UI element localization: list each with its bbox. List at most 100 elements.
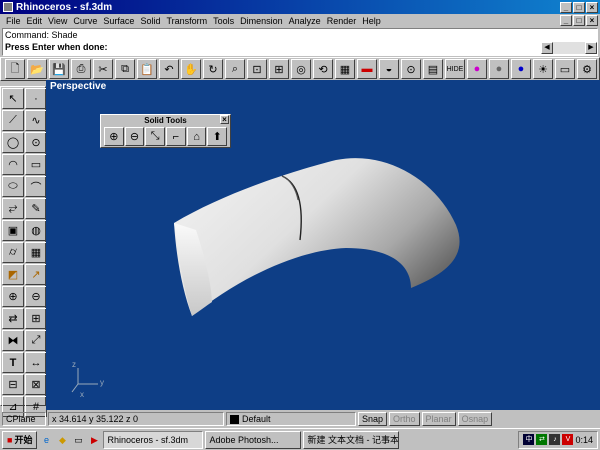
solid-union-icon[interactable]: ⊕ <box>104 127 124 146</box>
menu-transform[interactable]: Transform <box>163 16 210 26</box>
start-button[interactable]: ■ 开始 <box>2 430 38 449</box>
four-view-icon[interactable]: ▦ <box>335 59 355 79</box>
dimension-icon[interactable]: ↔ <box>25 352 47 373</box>
menu-tools[interactable]: Tools <box>210 16 237 26</box>
surface-edit-icon[interactable]: ◩ <box>2 264 24 285</box>
boolean-union-icon[interactable]: ⊕ <box>2 286 24 307</box>
menu-analyze[interactable]: Analyze <box>286 16 324 26</box>
paste-icon[interactable]: 📋 <box>137 59 157 79</box>
surface-icon[interactable]: ◒ <box>379 59 399 79</box>
properties-icon[interactable]: ▭ <box>555 59 575 79</box>
menu-dimension[interactable]: Dimension <box>237 16 286 26</box>
box-icon[interactable]: ▣ <box>2 220 24 241</box>
task-notepad[interactable]: 新建 文本文档 - 记事本 <box>303 430 400 449</box>
doc-restore-button[interactable]: □ <box>573 15 585 26</box>
task-rhinoceros[interactable]: Rhinoceros - sf.3dm <box>103 430 204 449</box>
save-icon[interactable]: 💾 <box>49 59 69 79</box>
join-icon[interactable]: ⊠ <box>25 374 47 395</box>
solid-tools-close-icon[interactable]: × <box>220 115 229 124</box>
sphere-icon[interactable]: ◍ <box>25 220 47 241</box>
solid-cap-icon[interactable]: ⌂ <box>186 127 207 146</box>
light-icon[interactable]: ☀ <box>533 59 553 79</box>
command-area[interactable]: Command: Shade Press Enter when done: ◀ … <box>2 28 598 56</box>
undo-icon[interactable]: ↶ <box>159 59 179 79</box>
split-icon[interactable]: ⊟ <box>2 374 24 395</box>
layer-icon[interactable]: ▤ <box>423 59 443 79</box>
scroll-left-icon[interactable]: ◀ <box>541 42 553 54</box>
mesh-icon[interactable]: ▦ <box>25 242 47 263</box>
command-scrollbar[interactable]: ◀ ▶ <box>541 42 597 54</box>
point-icon[interactable]: · <box>25 88 47 109</box>
menu-solid[interactable]: Solid <box>137 16 163 26</box>
curve-icon[interactable]: ∿ <box>25 110 47 131</box>
hide-icon[interactable]: HIDE <box>445 59 465 79</box>
circle-center-icon[interactable]: ⊙ <box>25 132 47 153</box>
doc-close-button[interactable]: × <box>586 15 598 26</box>
status-layer[interactable]: Default <box>226 412 356 426</box>
media-icon[interactable]: ▶ <box>87 433 101 447</box>
zoom-selected-icon[interactable]: ◎ <box>291 59 311 79</box>
zoom-dynamic-icon[interactable]: ⌕ <box>225 59 245 79</box>
render-sphere-icon[interactable]: ● <box>511 59 531 79</box>
ortho-toggle[interactable]: Ortho <box>389 412 420 426</box>
solid-difference-icon[interactable]: ⊖ <box>124 127 145 146</box>
scale-icon[interactable]: ⤢ <box>25 330 47 351</box>
solid-extrude-icon[interactable]: ⬆ <box>207 127 228 146</box>
copy-icon[interactable]: ⧉ <box>115 59 135 79</box>
print-icon[interactable]: ⎙ <box>71 59 91 79</box>
ie-icon[interactable]: e <box>39 433 53 447</box>
offset-curve-icon[interactable]: ⥂ <box>2 198 24 219</box>
osnap-toggle[interactable]: Osnap <box>457 412 493 426</box>
undo-view-icon[interactable]: ⟲ <box>313 59 333 79</box>
close-button[interactable]: × <box>586 1 598 13</box>
solid-edge-icon[interactable]: ⤡ <box>145 127 166 146</box>
new-file-icon[interactable]: 🗋 <box>5 59 25 79</box>
input-method-icon[interactable]: 中 <box>523 434 535 445</box>
options-icon[interactable]: ⚙ <box>577 59 597 79</box>
rectangle-icon[interactable]: ▭ <box>25 154 47 175</box>
cylinder-icon[interactable]: ⌭ <box>2 242 24 263</box>
scroll-track[interactable] <box>553 42 585 54</box>
car-object-icon[interactable]: ▬ <box>357 59 377 79</box>
volume-icon[interactable]: ♪ <box>549 434 561 445</box>
zoom-extents-icon[interactable]: ⊞ <box>269 59 289 79</box>
menu-edit[interactable]: Edit <box>24 16 46 26</box>
solid-tools-toolbar[interactable]: Solid Tools × ⊕ ⊖ ⤡ ⌐ ⌂ ⬆ <box>100 114 231 148</box>
menu-file[interactable]: File <box>3 16 24 26</box>
osnap-icon[interactable]: ⊙ <box>401 59 421 79</box>
outlook-icon[interactable]: ◆ <box>55 433 69 447</box>
snap-toggle[interactable]: Snap <box>358 412 388 426</box>
status-cplane[interactable]: CPlane <box>2 412 46 426</box>
maximize-button[interactable]: □ <box>573 1 585 13</box>
arc-icon[interactable]: ◠ <box>2 154 24 175</box>
zoom-window-icon[interactable]: ⊡ <box>247 59 267 79</box>
solid-shell-icon[interactable]: ⌐ <box>166 127 186 146</box>
color-wheel-icon[interactable]: ● <box>467 59 487 79</box>
select-arrow-icon[interactable]: ↖ <box>2 88 24 109</box>
command-prompt[interactable]: Press Enter when done: <box>5 41 597 53</box>
curve-tools-icon[interactable]: ✎ <box>25 198 47 219</box>
open-folder-icon[interactable]: 📂 <box>27 59 47 79</box>
transform-icon[interactable]: ⇄ <box>2 308 24 329</box>
fillet-icon[interactable]: ⌒ <box>25 176 47 197</box>
planar-toggle[interactable]: Planar <box>421 412 456 426</box>
pan-hand-icon[interactable]: ✋ <box>181 59 201 79</box>
task-photoshop[interactable]: Adobe Photosh... <box>205 430 302 449</box>
circle-icon[interactable]: ◯ <box>2 132 24 153</box>
menu-view[interactable]: View <box>45 16 70 26</box>
scroll-right-icon[interactable]: ▶ <box>585 42 597 54</box>
text-icon[interactable]: T <box>2 352 24 373</box>
desktop-icon[interactable]: ▭ <box>71 433 85 447</box>
doc-minimize-button[interactable]: _ <box>560 15 572 26</box>
shade-sphere-icon[interactable]: ● <box>489 59 509 79</box>
sweep-icon[interactable]: ↗ <box>25 264 47 285</box>
array-icon[interactable]: ⊞ <box>25 308 47 329</box>
antivirus-icon[interactable]: V <box>562 434 574 445</box>
cut-icon[interactable]: ✂ <box>93 59 113 79</box>
menu-surface[interactable]: Surface <box>100 16 137 26</box>
menu-render[interactable]: Render <box>324 16 360 26</box>
minimize-button[interactable]: _ <box>560 1 572 13</box>
boolean-diff-icon[interactable]: ⊖ <box>25 286 47 307</box>
mirror-icon[interactable]: ⧓ <box>2 330 24 351</box>
menu-curve[interactable]: Curve <box>70 16 100 26</box>
